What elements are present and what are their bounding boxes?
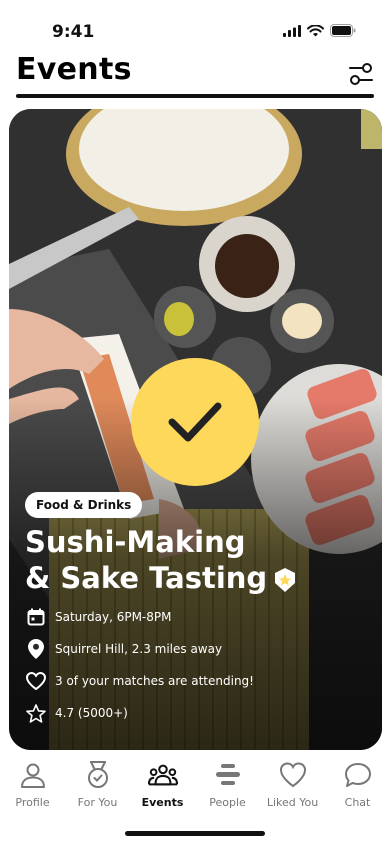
- status-bar: 9:41: [0, 0, 390, 52]
- checkmark-icon: [168, 402, 222, 442]
- wifi-icon: [307, 24, 324, 36]
- header: Events: [16, 52, 374, 96]
- event-location: Squirrel Hill, 2.3 miles away: [55, 642, 223, 656]
- tab-chat[interactable]: Chat: [325, 756, 390, 816]
- event-time: Saturday, 6PM-8PM: [55, 610, 172, 624]
- event-rating-row: 4.7 (5000+): [25, 702, 128, 724]
- tab-liked-you[interactable]: Liked You: [260, 756, 325, 816]
- heart-outline-icon: [25, 670, 47, 692]
- star-outline-icon: [25, 702, 47, 724]
- location-pin-icon: [25, 638, 47, 660]
- group-icon: [147, 760, 178, 790]
- header-divider: [16, 94, 374, 98]
- status-icons: [283, 24, 356, 37]
- event-location-row: Squirrel Hill, 2.3 miles away: [25, 638, 222, 660]
- tab-profile[interactable]: Profile: [0, 756, 65, 816]
- calendar-icon: [25, 606, 47, 628]
- tab-label: Chat: [344, 796, 371, 809]
- event-title-line-2-text: & Sake Tasting: [25, 561, 268, 595]
- event-title: Sushi-Making & Sake Tasting: [25, 524, 355, 596]
- tab-people[interactable]: People: [195, 756, 260, 816]
- filter-icon[interactable]: [348, 62, 374, 86]
- event-matches: 3 of your matches are attending!: [55, 674, 254, 688]
- category-chip[interactable]: Food & Drinks: [25, 492, 143, 518]
- status-time: 9:41: [52, 22, 95, 42]
- home-indicator: [125, 831, 265, 836]
- event-title-line-1: Sushi-Making: [25, 525, 246, 559]
- tab-label: Profile: [15, 796, 50, 809]
- tab-label: For You: [77, 796, 118, 809]
- tab-label: Liked You: [266, 796, 319, 809]
- battery-icon: [330, 24, 356, 37]
- rsvp-check-button[interactable]: [131, 358, 259, 486]
- event-time-row: Saturday, 6PM-8PM: [25, 606, 171, 628]
- tab-label: Events: [141, 796, 184, 809]
- verified-badge-icon: [275, 568, 296, 592]
- stack-icon: [213, 760, 243, 790]
- page-title: Events: [16, 52, 132, 87]
- tab-label: People: [209, 796, 246, 809]
- tab-for-you[interactable]: For You: [65, 756, 130, 816]
- chat-bubble-icon: [343, 760, 373, 790]
- event-matches-row: 3 of your matches are attending!: [25, 670, 254, 692]
- heart-icon: [278, 760, 308, 790]
- tab-bar: Profile For You Events People Liked You …: [0, 756, 390, 816]
- event-rating: 4.7 (5000+): [55, 706, 128, 720]
- tab-events[interactable]: Events: [130, 756, 195, 816]
- medal-icon: [83, 760, 113, 790]
- event-card[interactable]: Food & Drinks Sushi-Making & Sake Tastin…: [9, 109, 382, 750]
- event-title-line-2: & Sake Tasting: [25, 560, 355, 596]
- person-icon: [18, 760, 48, 790]
- signal-icon: [283, 24, 301, 37]
